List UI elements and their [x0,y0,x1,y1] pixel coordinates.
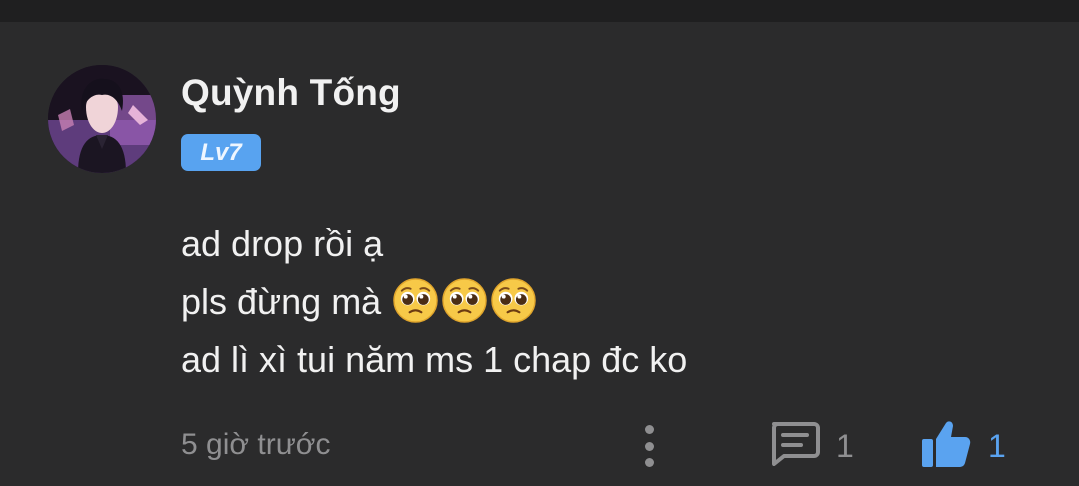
more-options-icon[interactable] [634,422,664,470]
pleading-face-icon [491,278,536,323]
level-badge: Lv7 [181,134,261,171]
timestamp: 5 giờ trước [181,428,331,461]
comment-card: Quỳnh Tống Lv7 ad drop rồi ạ pls đừng mà… [0,22,1079,486]
pleading-face-icon [442,278,487,323]
reply-icon[interactable] [768,420,820,466]
comment-line-1: ad drop rồi ạ [181,223,384,264]
emoji-group [393,278,536,323]
like-count: 1 [988,428,1006,464]
reply-count: 1 [836,428,854,464]
avatar[interactable] [48,65,156,173]
avatar-image [48,65,156,173]
comment-line-2: pls đừng mà [181,281,382,322]
comment-line-3: ad lì xì tui năm ms 1 chap đc ko [181,339,688,380]
top-divider [0,0,1079,22]
comment-body: ad drop rồi ạ pls đừng mà ad lì xì tui n… [181,215,687,389]
pleading-face-icon [393,278,438,323]
comment-line-2-wrap: pls đừng mà [181,273,687,331]
username[interactable]: Quỳnh Tống [181,72,401,114]
level-badge-label: Lv7 [200,138,242,166]
thumbs-up-icon[interactable] [920,419,972,469]
